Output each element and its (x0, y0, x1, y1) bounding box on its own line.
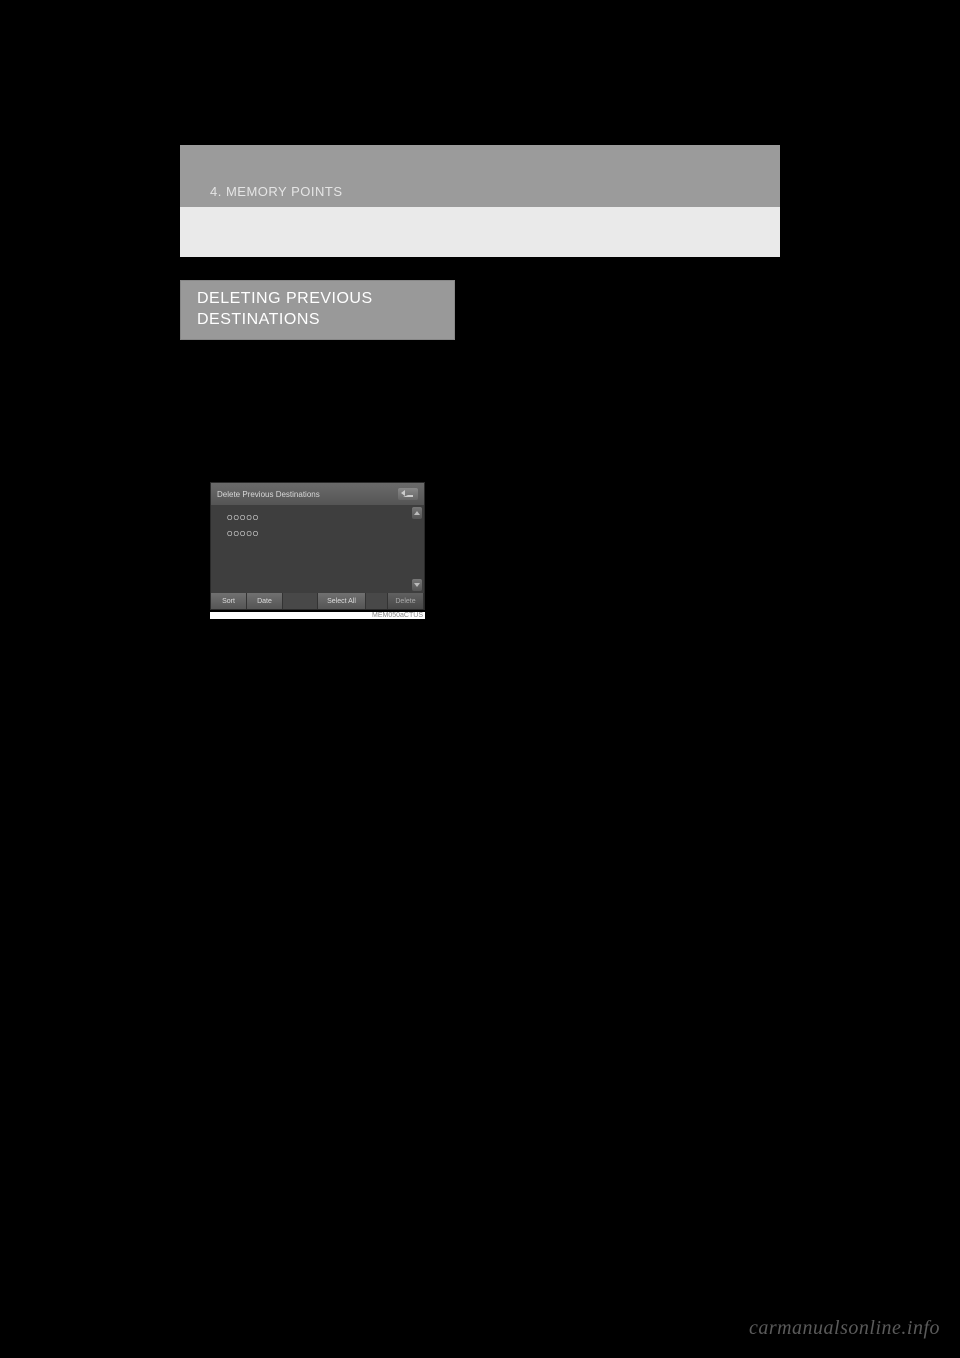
select-all-button[interactable]: Select All (318, 593, 366, 609)
watermark-text: carmanualsonline.info (749, 1317, 940, 1340)
back-button[interactable] (398, 488, 418, 500)
section-title: DELETING PREVIOUS DESTINATIONS (197, 289, 438, 331)
scroll-column (410, 505, 424, 593)
scroll-down-button[interactable] (412, 579, 422, 591)
nav-body: OOOOO OOOOO (211, 505, 424, 593)
nav-titlebar: Delete Previous Destinations (211, 483, 424, 505)
scroll-up-button[interactable] (412, 507, 422, 519)
nav-screen: Delete Previous Destinations OOOOO OOOOO… (210, 482, 425, 610)
image-reference-code: MEM050aCTUS (210, 612, 425, 619)
back-arrow-icon (403, 491, 413, 497)
sub-header-strip (180, 207, 780, 257)
delete-button[interactable]: Delete (388, 593, 424, 609)
chevron-up-icon (414, 511, 420, 515)
sort-button[interactable]: Sort (211, 593, 247, 609)
breadcrumb: 4. MEMORY POINTS (210, 184, 343, 199)
footer-spacer (283, 593, 318, 609)
chevron-down-icon (414, 583, 420, 587)
footer-spacer-2 (366, 593, 388, 609)
nav-screenshot-figure: Delete Previous Destinations OOOOO OOOOO… (210, 482, 425, 619)
section-title-line2: DESTINATIONS (197, 311, 320, 328)
page-header-bar: 4. MEMORY POINTS (180, 145, 780, 207)
destination-list: OOOOO OOOOO (211, 505, 410, 593)
section-title-line1: DELETING PREVIOUS (197, 290, 373, 307)
nav-screen-title: Delete Previous Destinations (217, 490, 320, 499)
section-heading-box: DELETING PREVIOUS DESTINATIONS (180, 280, 455, 340)
date-button[interactable]: Date (247, 593, 283, 609)
list-item[interactable]: OOOOO (227, 527, 404, 541)
nav-footer: Sort Date Select All Delete (211, 593, 424, 609)
list-item[interactable]: OOOOO (227, 511, 404, 525)
